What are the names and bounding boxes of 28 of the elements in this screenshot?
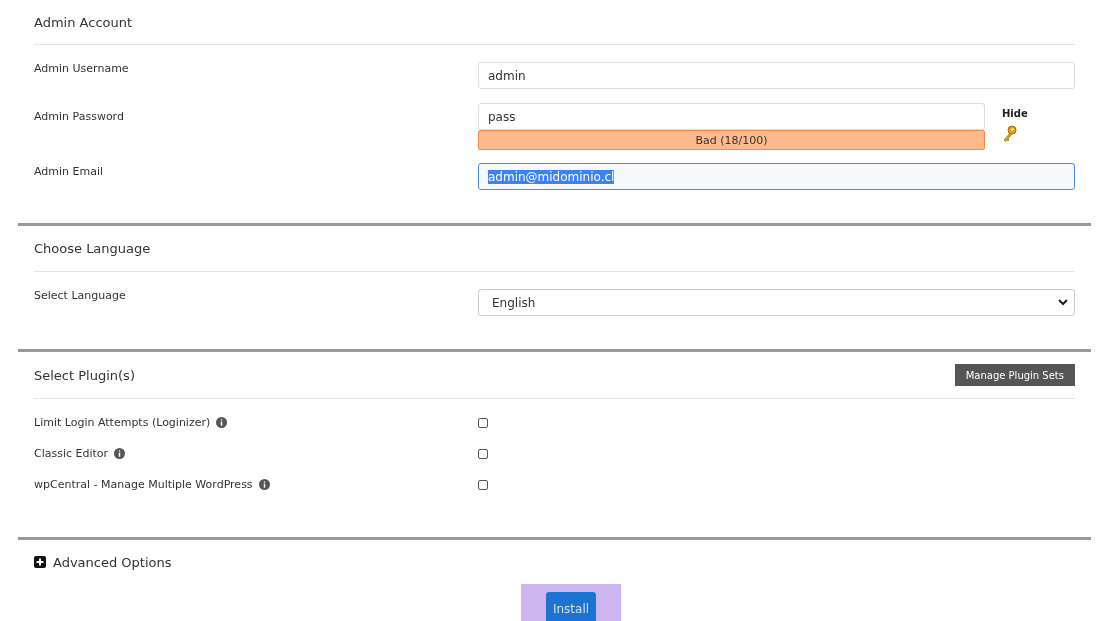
plugin-label: wpCentral - Manage Multiple WordPress: [34, 478, 253, 491]
plus-icon[interactable]: [34, 556, 46, 568]
info-icon[interactable]: [114, 448, 126, 459]
field-label: Select Language: [34, 289, 127, 302]
key-icon[interactable]: [1002, 125, 1018, 143]
chevron-down-icon: [1058, 299, 1068, 306]
install-button[interactable]: Install: [546, 591, 596, 621]
plugin-label: Limit Login Attempts (Loginizer): [34, 416, 211, 429]
language-select[interactable]: English: [478, 289, 1075, 316]
password-field[interactable]: pass: [478, 103, 985, 130]
field-label: Admin Email: [34, 165, 105, 178]
info-icon[interactable]: [258, 479, 270, 490]
plugin-checkbox[interactable]: [478, 480, 488, 490]
advanced-options-toggle[interactable]: Advanced Options: [53, 554, 172, 570]
info-icon[interactable]: [216, 417, 228, 428]
plugin-checkbox[interactable]: [478, 418, 488, 428]
username-field[interactable]: admin: [478, 62, 1075, 89]
field-label: Admin Password: [34, 110, 125, 123]
plugin-label: Classic Editor: [34, 447, 109, 460]
password-strength-bar: Bad (18/100): [478, 130, 985, 150]
section-title: Admin Account: [34, 14, 133, 30]
manage-plugin-sets-button[interactable]: Manage Plugin Sets: [954, 364, 1075, 386]
hide-link[interactable]: Hide: [1002, 108, 1028, 119]
email-field[interactable]: admin@midominio.cl: [478, 163, 1075, 190]
field-label: Admin Username: [34, 62, 130, 75]
plugin-checkbox[interactable]: [478, 449, 488, 459]
section-title: Select Plugin(s): [34, 367, 135, 383]
section-title: Choose Language: [34, 241, 151, 256]
